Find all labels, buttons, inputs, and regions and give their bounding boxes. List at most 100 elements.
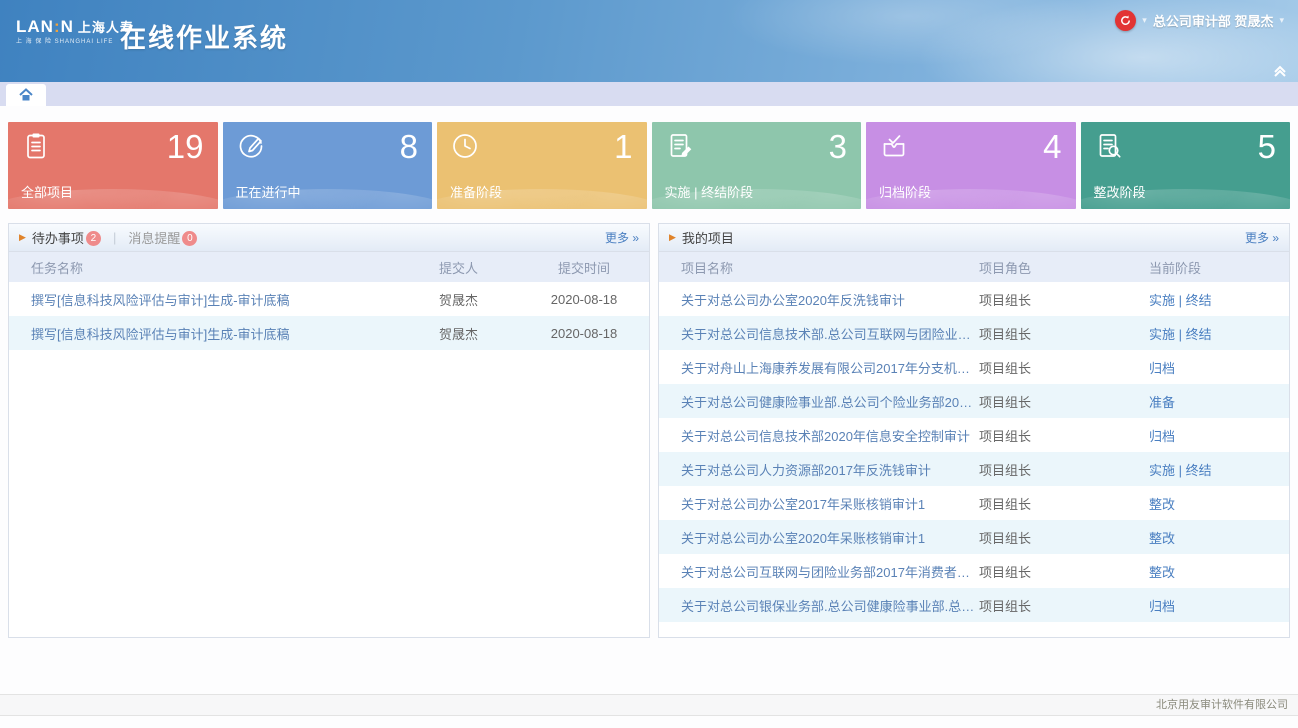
project-role: 项目组长 xyxy=(979,520,1149,554)
project-name[interactable]: 关于对总公司办公室2020年呆账核销审计1 xyxy=(659,520,979,554)
project-table-row[interactable]: 关于对舟山上海康养发展有限公司2017年分支机构常规审计项目组长归档 xyxy=(659,350,1289,384)
column-header-task-name: 任务名称 xyxy=(9,252,439,282)
project-role: 项目组长 xyxy=(979,418,1149,452)
stat-card-value: 3 xyxy=(829,128,847,166)
todo-submitter: 贺晟杰 xyxy=(439,282,519,316)
stat-card-6[interactable]: 5 整改阶段 xyxy=(1081,122,1291,209)
project-table-row[interactable]: 关于对总公司银保业务部.总公司健康险事业部.总公司个险...项目组长归档 xyxy=(659,588,1289,622)
projects-more-link[interactable]: 更多 » xyxy=(1245,229,1279,246)
message-count-badge: 0 xyxy=(182,231,197,246)
project-stage: 实施 | 终结 xyxy=(1149,452,1289,486)
project-table-row[interactable]: 关于对总公司办公室2017年呆账核销审计1项目组长整改 xyxy=(659,486,1289,520)
todo-count-badge: 2 xyxy=(86,231,101,246)
column-header-submitter: 提交人 xyxy=(439,252,519,282)
todo-submit-date: 2020-08-18 xyxy=(519,282,649,316)
stat-card-label: 归档阶段 xyxy=(879,182,931,201)
stat-card-label: 准备阶段 xyxy=(450,182,502,201)
project-role: 项目组长 xyxy=(979,554,1149,588)
arrow-right-icon: ▶ xyxy=(19,232,26,243)
project-role: 项目组长 xyxy=(979,282,1149,316)
archive-check-icon xyxy=(879,131,909,166)
company-logo: LAN:N上海人寿 上 海 保 险 SHANGHAI LIFE xyxy=(16,18,134,45)
project-table-row[interactable]: 关于对总公司办公室2020年反洗钱审计项目组长实施 | 终结 xyxy=(659,282,1289,316)
clock-icon xyxy=(450,131,480,166)
column-header-current-stage: 当前阶段 xyxy=(1149,252,1289,282)
stat-card-2[interactable]: 8 正在进行中 xyxy=(223,122,433,209)
stat-card-label: 全部项目 xyxy=(21,182,73,201)
project-role: 项目组长 xyxy=(979,588,1149,622)
tab-bar xyxy=(0,82,1298,106)
stat-card-4[interactable]: 3 实施 | 终结阶段 xyxy=(652,122,862,209)
project-stage: 归档 xyxy=(1149,350,1289,384)
stat-card-value: 8 xyxy=(400,128,418,166)
todo-more-link[interactable]: 更多 » xyxy=(605,229,639,246)
todo-panel-header: ▶ 待办事项2 | 消息提醒0 更多 » xyxy=(9,224,649,252)
stat-card-value: 19 xyxy=(167,128,204,166)
clipboard-icon xyxy=(21,131,51,166)
project-table-row[interactable]: 关于对总公司互联网与团险业务部2017年消费者权益保护...项目组长整改 xyxy=(659,554,1289,588)
project-name[interactable]: 关于对总公司互联网与团险业务部2017年消费者权益保护... xyxy=(659,554,979,588)
todo-submit-date: 2020-08-18 xyxy=(519,316,649,350)
todo-table-row[interactable]: 撰写[信息科技风险评估与审计]生成-审计底稿贺晟杰2020-08-18 xyxy=(9,316,649,350)
stat-card-5[interactable]: 4归档阶段 xyxy=(866,122,1076,209)
logo-text: LAN:N上海人寿 xyxy=(16,18,134,37)
project-name[interactable]: 关于对总公司人力资源部2017年反洗钱审计 xyxy=(659,452,979,486)
project-stage: 整改 xyxy=(1149,554,1289,588)
project-table-row[interactable]: 关于对总公司信息技术部.总公司互联网与团险业务部2017...项目组长实施 | … xyxy=(659,316,1289,350)
panels-row: ▶ 待办事项2 | 消息提醒0 更多 » 任务名称 提交人 提交时间 撰写[信息… xyxy=(8,223,1290,638)
todo-task-name[interactable]: 撰写[信息科技风险评估与审计]生成-审计底稿 xyxy=(9,316,439,350)
project-stage: 整改 xyxy=(1149,520,1289,554)
todo-table-row[interactable]: 撰写[信息科技风险评估与审计]生成-审计底稿贺晟杰2020-08-18 xyxy=(9,282,649,316)
project-role: 项目组长 xyxy=(979,486,1149,520)
stat-card-3[interactable]: 1 准备阶段 xyxy=(437,122,647,209)
stat-card-value: 1 xyxy=(614,128,632,166)
stat-card-label: 实施 | 终结阶段 xyxy=(665,182,754,201)
page-title: 在线作业系统 xyxy=(120,18,288,55)
divider: | xyxy=(113,230,116,245)
tab-todo-items[interactable]: 待办事项2 xyxy=(32,228,101,247)
project-name[interactable]: 关于对总公司信息技术部.总公司互联网与团险业务部2017... xyxy=(659,316,979,350)
todo-panel: ▶ 待办事项2 | 消息提醒0 更多 » 任务名称 提交人 提交时间 撰写[信息… xyxy=(8,223,650,638)
chevron-down-icon[interactable]: ▾ xyxy=(1142,15,1147,26)
project-table-row[interactable]: 关于对总公司健康险事业部.总公司个险业务部2017年给付...项目组长准备 xyxy=(659,384,1289,418)
tab-home[interactable] xyxy=(6,84,46,106)
arrow-right-icon: ▶ xyxy=(669,232,676,243)
page: LAN:N上海人寿 上 海 保 险 SHANGHAI LIFE 在线作业系统 ▾… xyxy=(0,0,1298,728)
project-stage: 准备 xyxy=(1149,384,1289,418)
stat-card-1[interactable]: 19 全部项目 xyxy=(8,122,218,209)
tab-message-reminder[interactable]: 消息提醒0 xyxy=(128,228,197,247)
collapse-header-icon[interactable] xyxy=(1272,64,1288,78)
projects-panel-title: 我的项目 xyxy=(682,228,734,247)
project-name[interactable]: 关于对总公司银保业务部.总公司健康险事业部.总公司个险... xyxy=(659,588,979,622)
project-role: 项目组长 xyxy=(979,452,1149,486)
project-table-row[interactable]: 关于对总公司信息技术部2020年信息安全控制审计项目组长归档 xyxy=(659,418,1289,452)
project-name[interactable]: 关于对总公司办公室2017年呆账核销审计1 xyxy=(659,486,979,520)
column-header-submit-time: 提交时间 xyxy=(519,252,649,282)
column-header-project-name: 项目名称 xyxy=(659,252,979,282)
todo-task-name[interactable]: 撰写[信息科技风险评估与审计]生成-审计底稿 xyxy=(9,282,439,316)
project-stage: 实施 | 终结 xyxy=(1149,316,1289,350)
project-name[interactable]: 关于对舟山上海康养发展有限公司2017年分支机构常规审计 xyxy=(659,350,979,384)
stat-card-value: 5 xyxy=(1258,128,1276,166)
project-name[interactable]: 关于对总公司办公室2020年反洗钱审计 xyxy=(659,282,979,316)
project-role: 项目组长 xyxy=(979,316,1149,350)
project-table-row[interactable]: 关于对总公司办公室2020年呆账核销审计1项目组长整改 xyxy=(659,520,1289,554)
project-name[interactable]: 关于对总公司健康险事业部.总公司个险业务部2017年给付... xyxy=(659,384,979,418)
project-stage: 实施 | 终结 xyxy=(1149,282,1289,316)
user-department-name[interactable]: 总公司审计部 贺晟杰 xyxy=(1153,11,1274,30)
stat-card-label: 正在进行中 xyxy=(236,182,301,201)
project-stage: 归档 xyxy=(1149,588,1289,622)
projects-panel: ▶ 我的项目 更多 » 项目名称 项目角色 当前阶段 关于对总公司办公室2020… xyxy=(658,223,1290,638)
refresh-icon[interactable] xyxy=(1115,10,1136,31)
project-name[interactable]: 关于对总公司信息技术部2020年信息安全控制审计 xyxy=(659,418,979,452)
projects-panel-header: ▶ 我的项目 更多 » xyxy=(659,224,1289,252)
footer-company-name: 北京用友审计软件有限公司 xyxy=(1156,699,1288,711)
logo-subtitle: 上 海 保 险 SHANGHAI LIFE xyxy=(16,39,134,46)
stat-card-label: 整改阶段 xyxy=(1094,182,1146,201)
doc-pen-icon xyxy=(665,131,695,166)
project-table-row[interactable]: 关于对总公司人力资源部2017年反洗钱审计项目组长实施 | 终结 xyxy=(659,452,1289,486)
project-stage: 归档 xyxy=(1149,418,1289,452)
project-role: 项目组长 xyxy=(979,384,1149,418)
todo-table: 任务名称 提交人 提交时间 撰写[信息科技风险评估与审计]生成-审计底稿贺晟杰2… xyxy=(9,252,649,350)
chevron-down-icon[interactable]: ▾ xyxy=(1279,15,1284,26)
